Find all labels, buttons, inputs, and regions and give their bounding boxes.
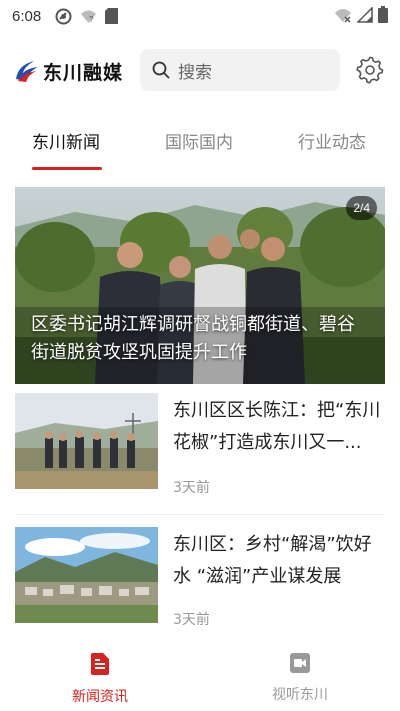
battery-icon (378, 6, 388, 23)
news-list-item[interactable]: 东川区区长陈江：把“东川花椒”打造成东川又一... 3天前 (15, 393, 385, 496)
wifi-question-icon: ? (81, 10, 97, 24)
hero-headline[interactable]: 区委书记胡江辉调研督战铜都街道、碧谷街道脱贫攻坚巩固提升工作 (31, 311, 371, 367)
nav-video-label: 视听东川 (272, 687, 328, 703)
nav-news-label: 新闻资讯 (72, 689, 128, 705)
news-thumbnail (15, 527, 158, 623)
bottom-navigation: 新闻资讯 视听东川 (0, 642, 400, 711)
status-system-icons (334, 6, 388, 23)
news-time: 3天前 (173, 480, 210, 496)
list-divider (15, 514, 385, 515)
news-icon (91, 653, 109, 675)
news-thumbnail (15, 393, 158, 489)
app-logo[interactable]: 东川融媒 (14, 56, 123, 86)
category-tabs: 东川新闻 国际国内 行业动态 (0, 118, 400, 174)
status-notification-icons: ? (55, 8, 119, 25)
logo-mark-icon (16, 61, 38, 82)
wifi-off-icon (335, 8, 351, 23)
notification-app-icon (55, 8, 72, 24)
sd-card-icon (105, 8, 119, 24)
news-list-item[interactable]: 东川区：乡村“解渴”饮好水 “滋润”产业谋发展 3天前 (15, 527, 385, 628)
search-icon (152, 61, 170, 79)
status-bar: 6:08 ? (0, 0, 400, 32)
news-title: 东川区：乡村“解渴”饮好水 “滋润”产业谋发展 (173, 534, 372, 587)
settings-gear-icon[interactable] (356, 56, 384, 84)
tab-dongchuan-news[interactable]: 东川新闻 (32, 128, 100, 153)
logo-text: 东川融媒 (43, 61, 124, 84)
video-icon (290, 653, 310, 673)
news-time: 3天前 (173, 612, 210, 628)
nav-news[interactable]: 新闻资讯 (40, 652, 160, 706)
status-time: 6:08 (12, 7, 42, 25)
nav-video[interactable]: 视听东川 (240, 652, 360, 704)
news-title: 东川区区长陈江：把“东川花椒”打造成东川又一... (173, 400, 381, 453)
search-placeholder: 搜索 (178, 62, 212, 83)
search-input[interactable]: 搜索 (140, 49, 340, 91)
hero-carousel[interactable]: 2/4 区委书记胡江辉调研督战铜都街道、碧谷街道脱贫攻坚巩固提升工作 (15, 187, 385, 384)
tab-industry-news[interactable]: 行业动态 (298, 128, 366, 153)
signal-icon (357, 6, 373, 23)
active-tab-indicator (32, 167, 102, 170)
svg-text:?: ? (89, 15, 94, 24)
app-header: 东川融媒 搜索 (0, 46, 400, 94)
carousel-page-indicator: 2/4 (346, 196, 377, 220)
tab-international-domestic[interactable]: 国际国内 (165, 128, 233, 153)
